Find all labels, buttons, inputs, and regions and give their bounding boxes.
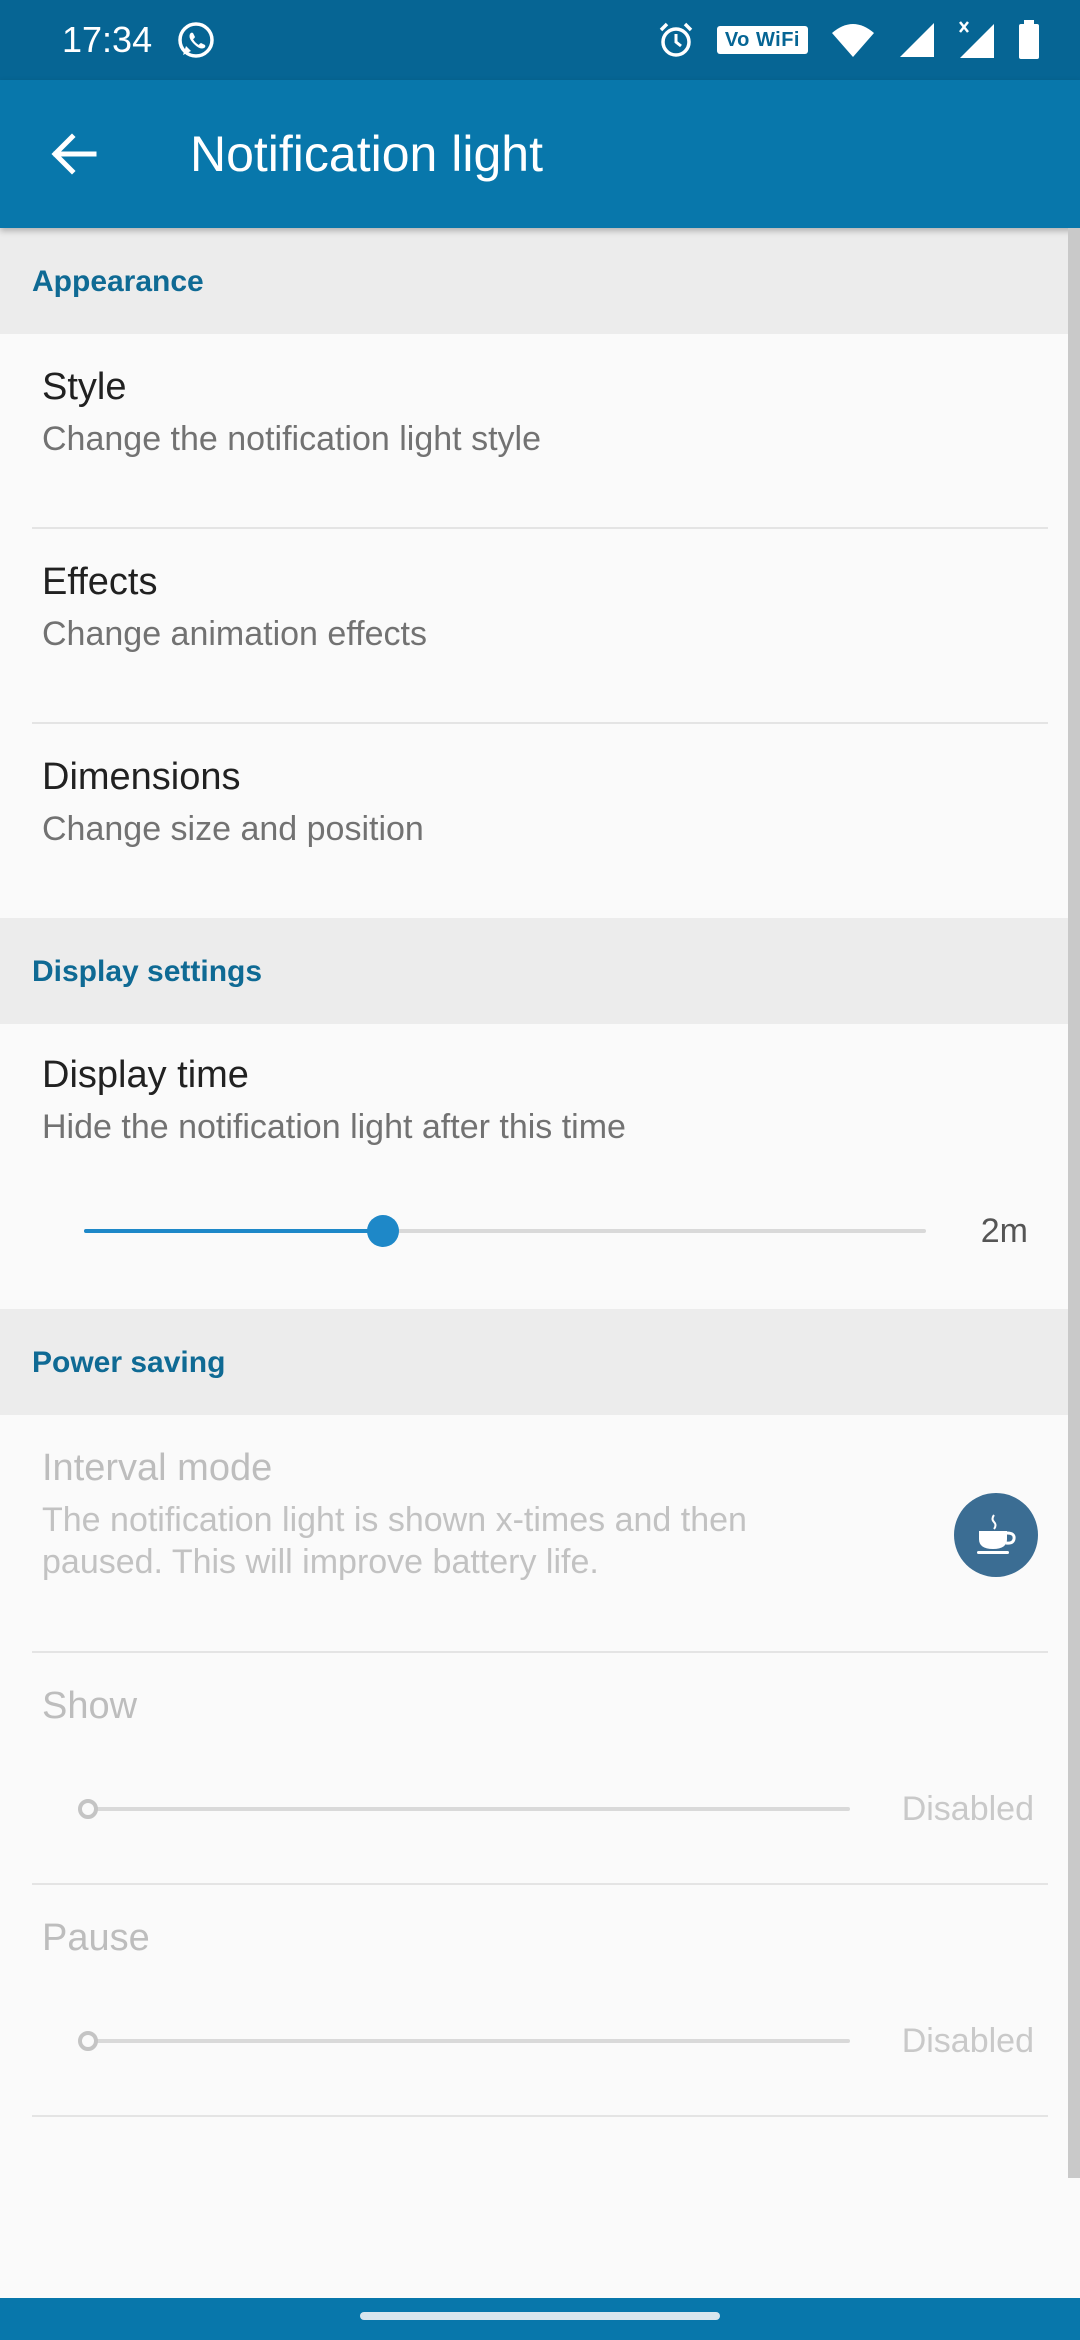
section-header-label: Display settings bbox=[32, 955, 263, 988]
section-header-label: Appearance bbox=[32, 265, 204, 298]
coffee-cup-icon[interactable] bbox=[954, 1493, 1038, 1577]
section-header-power-saving: Power saving bbox=[0, 1309, 1080, 1415]
battery-icon bbox=[1019, 20, 1039, 59]
vowifi-icon: Vo WiFi bbox=[716, 26, 808, 54]
slider-thumb[interactable] bbox=[78, 1799, 98, 1819]
pref-summary: Change the notification light style bbox=[42, 420, 541, 458]
pref-title: Style bbox=[42, 366, 127, 408]
coffee-cup-glyph bbox=[977, 1514, 1016, 1554]
scrollbar[interactable] bbox=[1068, 228, 1080, 2178]
wifi-icon bbox=[832, 24, 874, 57]
pref-interval-mode[interactable]: Interval mode The notification light is … bbox=[0, 1415, 1080, 1653]
slider-thumb[interactable] bbox=[78, 2031, 98, 2051]
status-bar: 17:34 Vo WiFi bbox=[0, 0, 1080, 80]
arrow-left-icon[interactable] bbox=[46, 126, 102, 182]
pref-title: Interval mode bbox=[42, 1447, 273, 1489]
divider bbox=[32, 2115, 1048, 2117]
slider-value: 2m bbox=[980, 1212, 1028, 1250]
status-time: 17:34 bbox=[62, 19, 153, 60]
pref-summary: Hide the notification light after this t… bbox=[42, 1108, 626, 1146]
show-slider[interactable] bbox=[78, 1799, 850, 1819]
slider-thumb[interactable] bbox=[366, 1215, 399, 1247]
pref-style[interactable]: Style Change the notification light styl… bbox=[0, 334, 1080, 529]
display-time-slider[interactable] bbox=[84, 1215, 926, 1247]
pref-title: Show bbox=[42, 1685, 138, 1727]
alarm-icon bbox=[659, 22, 693, 57]
signal-x-icon bbox=[959, 21, 994, 58]
pref-pause: Pause Disabled bbox=[0, 1885, 1080, 2117]
app-bar: Notification light bbox=[0, 80, 1080, 228]
status-icons: Vo WiFi bbox=[657, 18, 1040, 62]
pref-summary: Change size and position bbox=[42, 810, 424, 848]
slider-value: Disabled bbox=[901, 2022, 1034, 2060]
pref-title: Display time bbox=[42, 1054, 249, 1096]
pref-title: Pause bbox=[42, 1917, 150, 1959]
pref-title: Effects bbox=[42, 561, 158, 603]
home-gesture-handle[interactable] bbox=[360, 2312, 720, 2320]
signal-icon bbox=[900, 23, 934, 57]
section-header-label: Power saving bbox=[32, 1346, 226, 1379]
pref-summary-line2: paused. This will improve battery life. bbox=[42, 1543, 599, 1581]
navigation-bar bbox=[0, 2298, 1080, 2340]
section-header-appearance: Appearance bbox=[0, 228, 1080, 334]
page-title: Notification light bbox=[190, 126, 543, 182]
pref-show: Show Disabled bbox=[0, 1653, 1080, 1885]
pref-summary: Change animation effects bbox=[42, 615, 427, 653]
preferences-list: Appearance Style Change the notification… bbox=[0, 228, 1080, 2117]
pause-slider[interactable] bbox=[78, 2031, 850, 2051]
slider-fill bbox=[84, 1229, 383, 1233]
pref-display-time: Display time Hide the notification light… bbox=[0, 1024, 1080, 1309]
pref-summary-line1: The notification light is shown x-times … bbox=[42, 1501, 747, 1539]
section-header-display-settings: Display settings bbox=[0, 918, 1080, 1024]
whatsapp-icon bbox=[178, 22, 214, 58]
slider-value: Disabled bbox=[901, 1790, 1034, 1828]
pref-title: Dimensions bbox=[42, 756, 241, 798]
pref-dimensions[interactable]: Dimensions Change size and position bbox=[0, 724, 1080, 918]
pref-effects[interactable]: Effects Change animation effects bbox=[0, 529, 1080, 724]
